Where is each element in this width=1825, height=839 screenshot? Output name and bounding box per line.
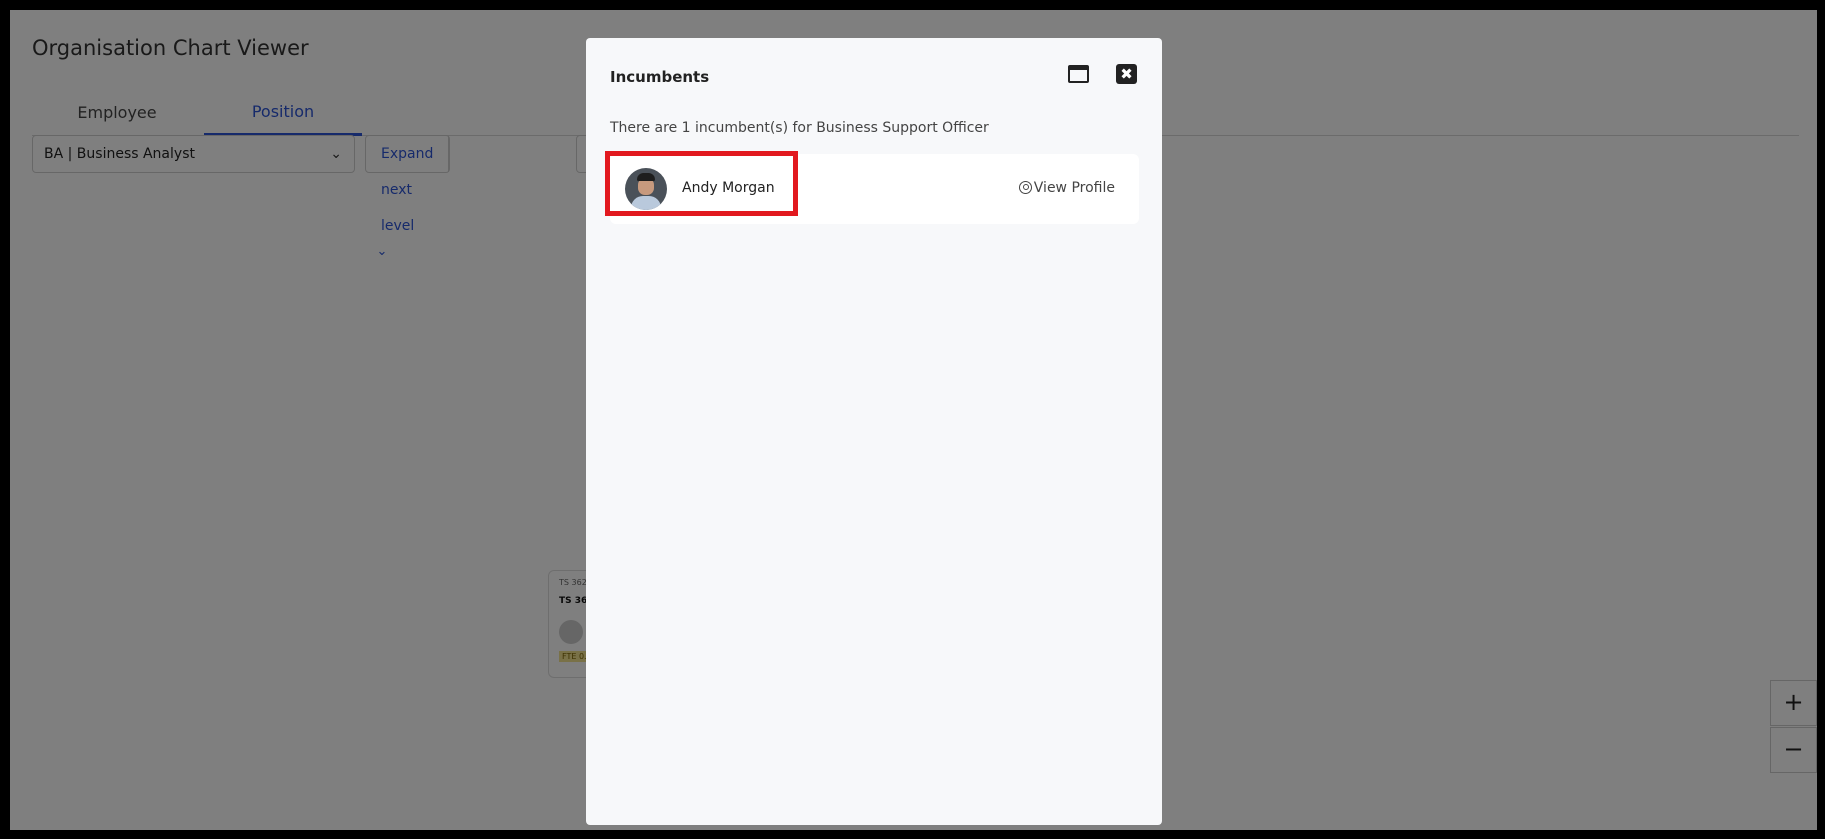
highlight-box	[605, 151, 798, 216]
view-profile-link[interactable]: View Profile	[1018, 180, 1115, 196]
view-profile-label: View Profile	[1033, 180, 1115, 196]
app-window: Organisation Chart Viewer Employee Posit…	[10, 10, 1817, 830]
user-circle-icon	[1018, 181, 1032, 194]
incumbents-summary: There are 1 incumbent(s) for Business Su…	[610, 120, 989, 136]
close-icon[interactable]: ✖	[1116, 64, 1137, 84]
maximize-icon[interactable]	[1068, 65, 1089, 83]
modal-title: Incumbents	[610, 68, 710, 86]
